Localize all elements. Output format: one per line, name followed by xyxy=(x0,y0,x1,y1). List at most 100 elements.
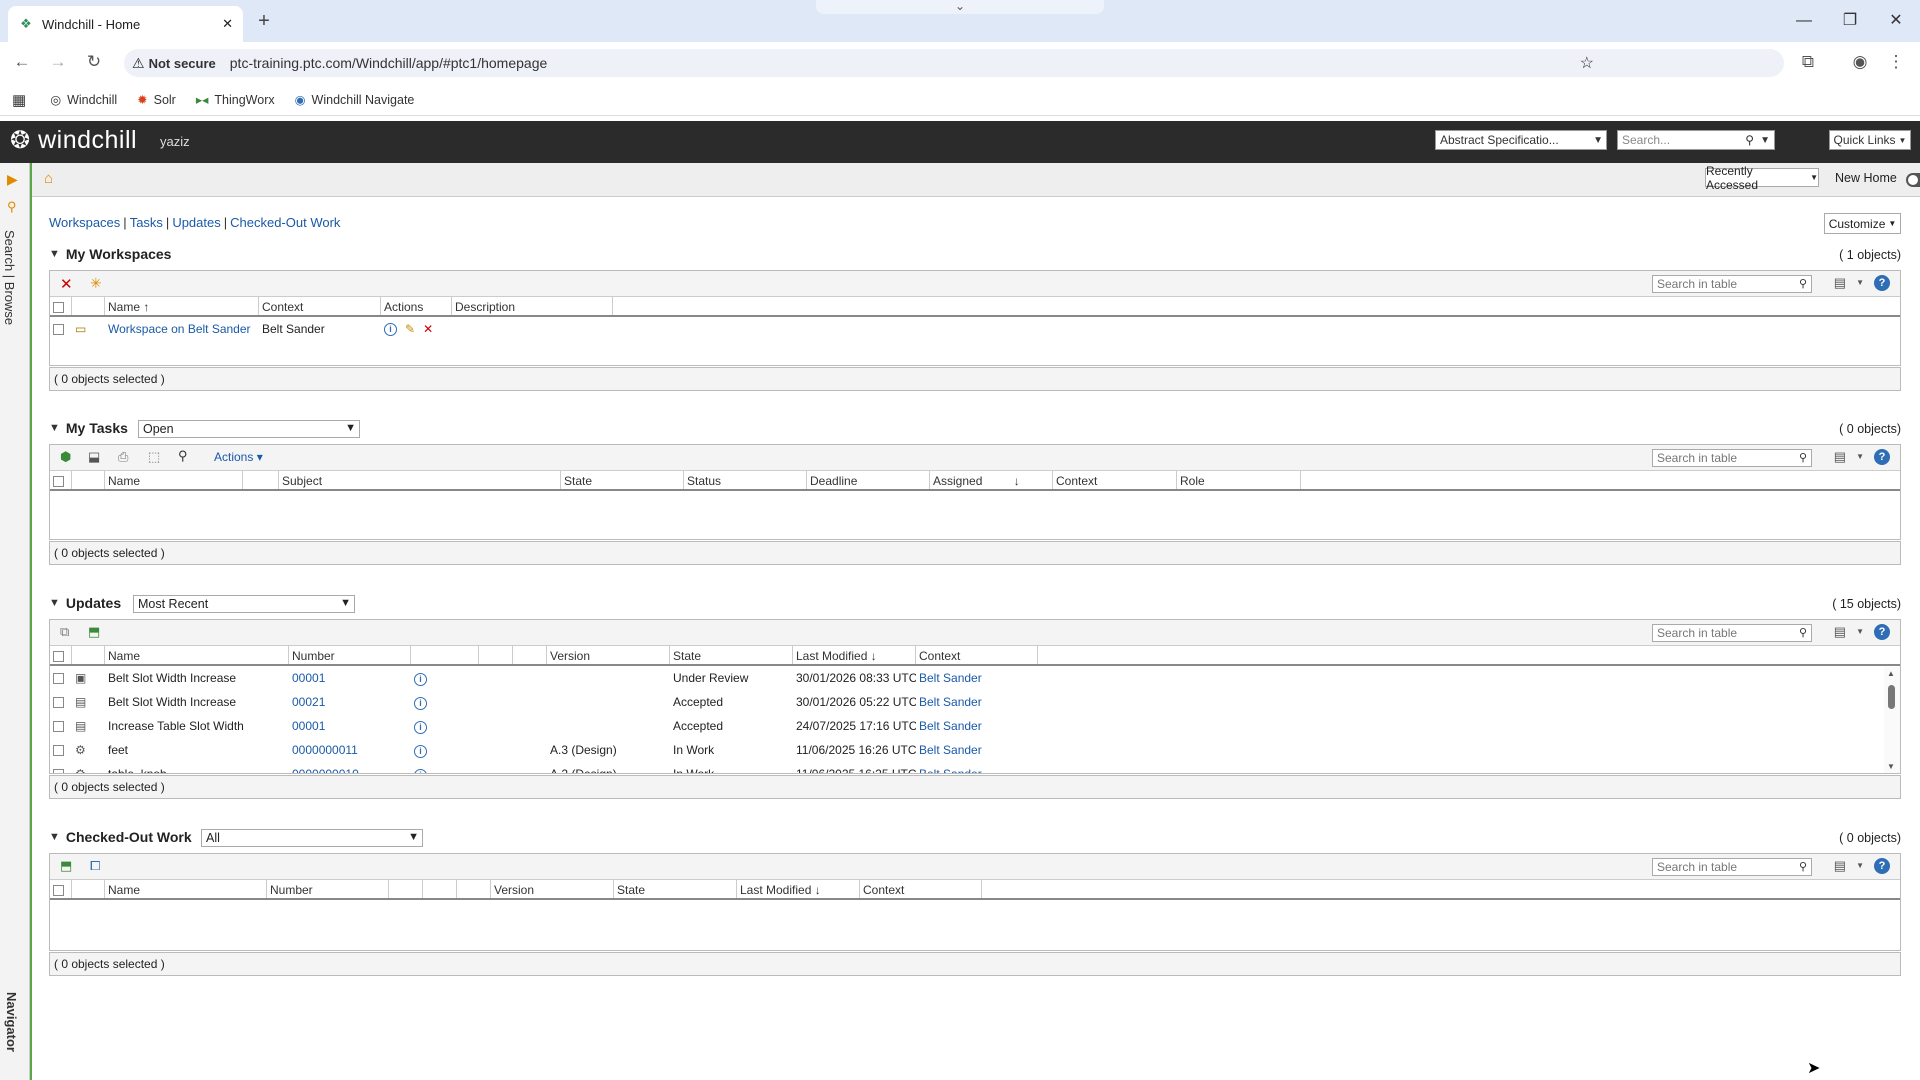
select-all-checkbox[interactable] xyxy=(53,885,64,897)
column-header[interactable]: Name xyxy=(105,880,267,898)
row-checkbox[interactable] xyxy=(53,324,64,336)
row-checkbox[interactable] xyxy=(53,769,64,773)
back-icon[interactable]: ← xyxy=(10,50,34,74)
window-close-icon[interactable]: ✕ xyxy=(1876,8,1916,34)
workspace-name-link[interactable]: Workspace on Belt Sander xyxy=(108,322,251,336)
column-header[interactable]: Role xyxy=(1177,471,1301,489)
scroll-thumb[interactable] xyxy=(1888,685,1895,709)
new-tab-button[interactable]: + xyxy=(252,10,276,34)
actions-menu[interactable]: Actions ▾ xyxy=(214,450,263,464)
column-header[interactable]: Description xyxy=(452,297,613,315)
search-icon[interactable]: ⚲ xyxy=(1799,626,1807,639)
scroll-down-icon[interactable]: ▼ xyxy=(1887,762,1895,771)
task-accept-icon[interactable]: ⬢ xyxy=(60,449,71,465)
number-link[interactable]: 0000000011 xyxy=(292,743,358,757)
collapse-chevron-icon[interactable]: ▼ xyxy=(49,422,60,434)
column-header[interactable]: Name xyxy=(105,471,243,489)
chevron-down-icon[interactable]: ▼ xyxy=(1856,858,1864,874)
link-checked-out-work[interactable]: Checked-Out Work xyxy=(230,215,340,230)
table-search-input[interactable]: Search in table ⚲ xyxy=(1652,449,1812,467)
table-view-icon[interactable]: ▤ xyxy=(1834,624,1846,640)
info-icon[interactable]: i xyxy=(414,744,427,758)
table-view-icon[interactable]: ▤ xyxy=(1834,275,1846,291)
column-header[interactable]: Version xyxy=(491,880,614,898)
info-icon[interactable]: i xyxy=(414,696,427,710)
open-workspace-icon[interactable]: ⧠ xyxy=(90,858,100,874)
help-icon[interactable]: ? xyxy=(1874,624,1890,640)
new-home-toggle[interactable] xyxy=(1906,173,1920,187)
table-search-input[interactable]: Search in table ⚲ xyxy=(1652,624,1812,642)
number-link[interactable]: 00001 xyxy=(292,719,325,733)
check-in-icon[interactable]: ⬒ xyxy=(60,858,72,874)
context-link[interactable]: Belt Sander xyxy=(919,719,982,733)
column-header[interactable]: Last Modified ↓ xyxy=(793,646,916,664)
forward-icon[interactable]: → xyxy=(46,50,70,74)
table-row[interactable]: ▤ Belt Slot Width Increase 00021 i Accepted 3… xyxy=(50,690,1900,714)
context-link[interactable]: Belt Sander xyxy=(919,743,982,757)
column-header[interactable]: Context xyxy=(860,880,982,898)
column-header[interactable]: Number xyxy=(289,646,411,664)
context-link[interactable]: Belt Sander xyxy=(919,695,982,709)
select-all-header[interactable] xyxy=(50,646,72,664)
updates-filter-select[interactable]: Most Recent ▼ xyxy=(133,595,355,613)
expand-rail-icon[interactable]: ▶ xyxy=(7,171,18,188)
number-link[interactable]: 00021 xyxy=(292,695,325,709)
section-header[interactable]: ▼ Updates xyxy=(49,595,121,611)
section-header[interactable]: ▼ My Workspaces xyxy=(49,246,171,262)
home-icon[interactable]: ⌂ xyxy=(44,170,53,187)
number-link[interactable]: 00001 xyxy=(292,671,325,685)
column-header[interactable]: Status xyxy=(684,471,807,489)
copy-icon[interactable]: ⧉ xyxy=(60,624,69,640)
column-header[interactable]: State xyxy=(561,471,684,489)
table-view-icon[interactable]: ▤ xyxy=(1834,449,1846,465)
info-icon[interactable]: i xyxy=(414,672,427,686)
task-print-icon[interactable]: ⎙ xyxy=(118,449,128,465)
link-workspaces[interactable]: Workspaces xyxy=(49,215,120,230)
table-row[interactable]: ▭ Workspace on Belt Sander Belt Sander i… xyxy=(50,317,1900,341)
customize-button[interactable]: Customize ▼ xyxy=(1824,213,1901,234)
column-header[interactable]: Number xyxy=(267,880,389,898)
cast-icon[interactable]: ⧉ xyxy=(1796,50,1820,74)
row-checkbox[interactable] xyxy=(53,721,64,733)
column-header[interactable]: Actions xyxy=(381,297,452,315)
search-icon[interactable]: ⚲ xyxy=(1799,451,1807,464)
help-icon[interactable]: ? xyxy=(1874,449,1890,465)
scroll-up-icon[interactable]: ▲ xyxy=(1887,669,1895,678)
windchill-logo[interactable]: ❂ windchill xyxy=(10,126,137,155)
delete-icon[interactable]: ✕ xyxy=(423,322,433,336)
number-link[interactable]: 0000000010 xyxy=(292,767,359,773)
row-checkbox[interactable] xyxy=(53,673,64,685)
select-all-header[interactable] xyxy=(50,297,72,315)
collapse-chevron-icon[interactable]: ▼ xyxy=(49,248,60,260)
browser-tab[interactable]: ❖ Windchill - Home ✕ xyxy=(8,6,243,42)
chevron-down-icon[interactable]: ▼ xyxy=(1856,624,1864,640)
search-icon[interactable]: ⚲ xyxy=(1799,277,1807,290)
quick-links-menu[interactable]: Quick Links ▼ xyxy=(1829,130,1911,150)
apps-grid-icon[interactable]: ▦ xyxy=(12,91,26,109)
select-all-checkbox[interactable] xyxy=(53,302,64,314)
reload-icon[interactable]: ↻ xyxy=(82,50,106,74)
chevron-down-icon[interactable]: ▼ xyxy=(1760,135,1770,146)
help-icon[interactable]: ? xyxy=(1874,858,1890,874)
global-search-input[interactable]: Search... ⚲ ▼ xyxy=(1617,130,1775,150)
close-tab-icon[interactable]: ✕ xyxy=(222,16,233,32)
column-header[interactable]: Subject xyxy=(279,471,561,489)
column-header[interactable]: Name xyxy=(105,646,289,664)
table-search-input[interactable]: Search in table ⚲ xyxy=(1652,275,1812,293)
user-name[interactable]: yaziz xyxy=(160,134,190,149)
select-all-header[interactable] xyxy=(50,880,72,898)
tab-search-handle[interactable]: ⌄ xyxy=(816,0,1104,14)
tasks-filter-select[interactable]: Open ▼ xyxy=(138,420,360,438)
profile-icon[interactable]: ◉ xyxy=(1848,50,1872,74)
select-all-checkbox[interactable] xyxy=(53,651,64,663)
info-icon[interactable]: i xyxy=(414,768,427,773)
collapse-chevron-icon[interactable]: ▼ xyxy=(49,831,60,843)
not-secure-label[interactable]: Not secure xyxy=(149,56,216,71)
bookmark-windchill-navigate[interactable]: ◉ Windchill Navigate xyxy=(295,92,415,108)
search-icon[interactable]: ⚲ xyxy=(178,448,188,464)
link-tasks[interactable]: Tasks xyxy=(130,215,163,230)
section-header[interactable]: ▼ Checked-Out Work xyxy=(49,829,192,845)
help-icon[interactable]: ? xyxy=(1874,275,1890,291)
search-browse-tab[interactable]: Search | Browse xyxy=(2,230,17,325)
chevron-down-icon[interactable]: ▼ xyxy=(1856,275,1864,291)
